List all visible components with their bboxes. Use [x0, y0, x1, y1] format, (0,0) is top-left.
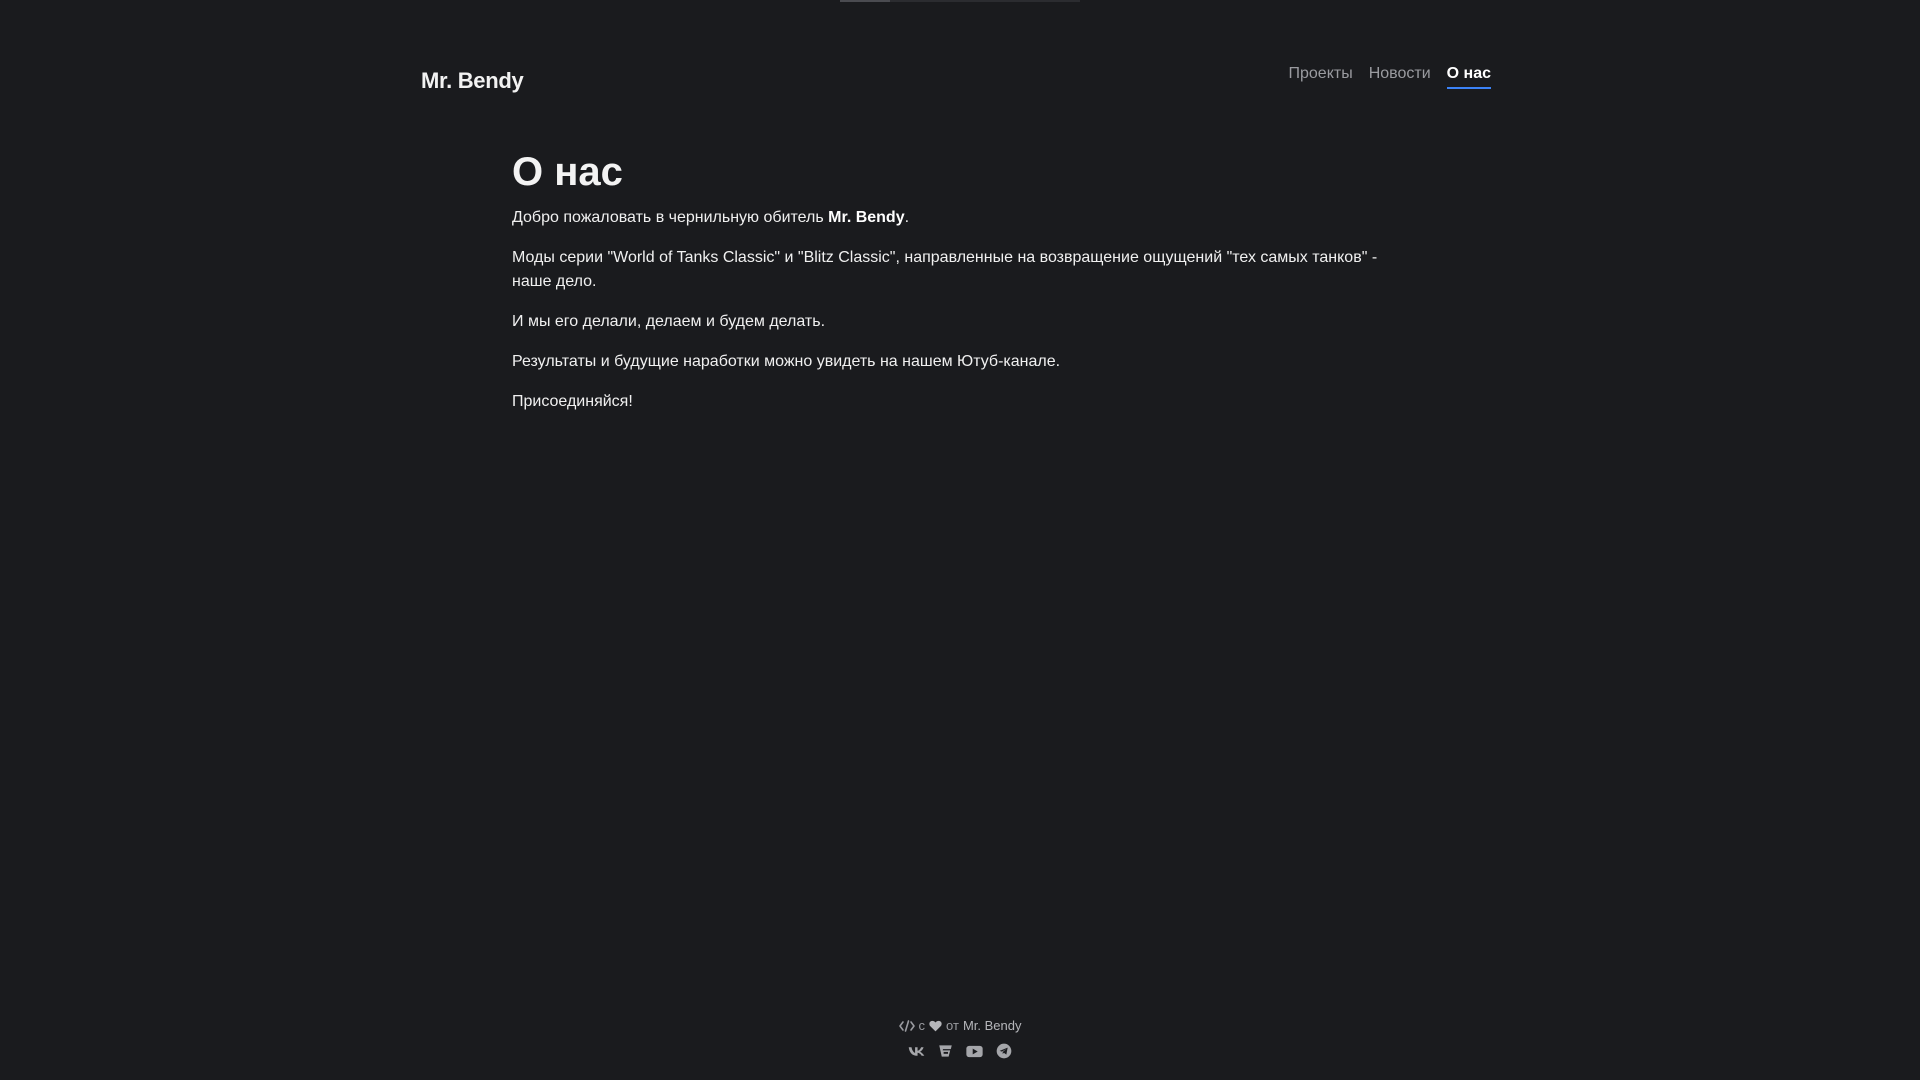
- code-icon: [898, 1019, 915, 1032]
- page-title: О нас: [512, 150, 623, 194]
- join-paragraph: Присоединяйся!: [512, 393, 633, 410]
- youtube-icon[interactable]: [966, 1043, 983, 1060]
- top-bar-accent: [840, 0, 890, 2]
- boosty-icon[interactable]: [937, 1043, 954, 1060]
- telegram-icon[interactable]: [995, 1043, 1012, 1060]
- mods-paragraph: Моды серии "World of Tanks Classic" и "B…: [512, 249, 1378, 290]
- vk-icon[interactable]: [908, 1043, 925, 1060]
- top-bar: [840, 0, 1080, 2]
- heart-icon: [929, 1020, 942, 1032]
- social-links: [0, 1043, 1920, 1060]
- site-logo[interactable]: Mr. Bendy: [421, 68, 524, 94]
- site-header: Mr. Bendy Проекты Новости О нас: [421, 60, 1491, 100]
- intro-text: Добро пожаловать в чернильную обитель: [512, 209, 829, 226]
- nav-item-about[interactable]: О нас: [1446, 65, 1491, 89]
- page: Mr. Bendy Проекты Новости О нас О нас До…: [0, 0, 1920, 1080]
- footer-credit: с от Mr. Bendy: [898, 1018, 1022, 1033]
- footer-from: от: [946, 1018, 959, 1033]
- site-footer: с от Mr. Bendy: [0, 1018, 1920, 1060]
- nav-item-projects[interactable]: Проекты: [1289, 65, 1353, 89]
- commitment-paragraph: И мы его делали, делаем и будем делать.: [512, 313, 826, 330]
- nav-item-news[interactable]: Новости: [1369, 65, 1431, 89]
- intro-paragraph: Добро пожаловать в чернильную обитель Mr…: [512, 206, 1412, 230]
- results-paragraph: Результаты и будущие наработки можно уви…: [512, 353, 1061, 370]
- intro-period: .: [904, 209, 910, 226]
- main-content: О нас Добро пожаловать в чернильную обит…: [512, 150, 1412, 430]
- main-nav: Проекты Новости О нас: [1289, 65, 1491, 89]
- footer-with: с: [918, 1018, 926, 1033]
- footer-author-link[interactable]: Mr. Bendy: [963, 1018, 1022, 1033]
- intro-brand: Mr. Bendy: [828, 209, 905, 226]
